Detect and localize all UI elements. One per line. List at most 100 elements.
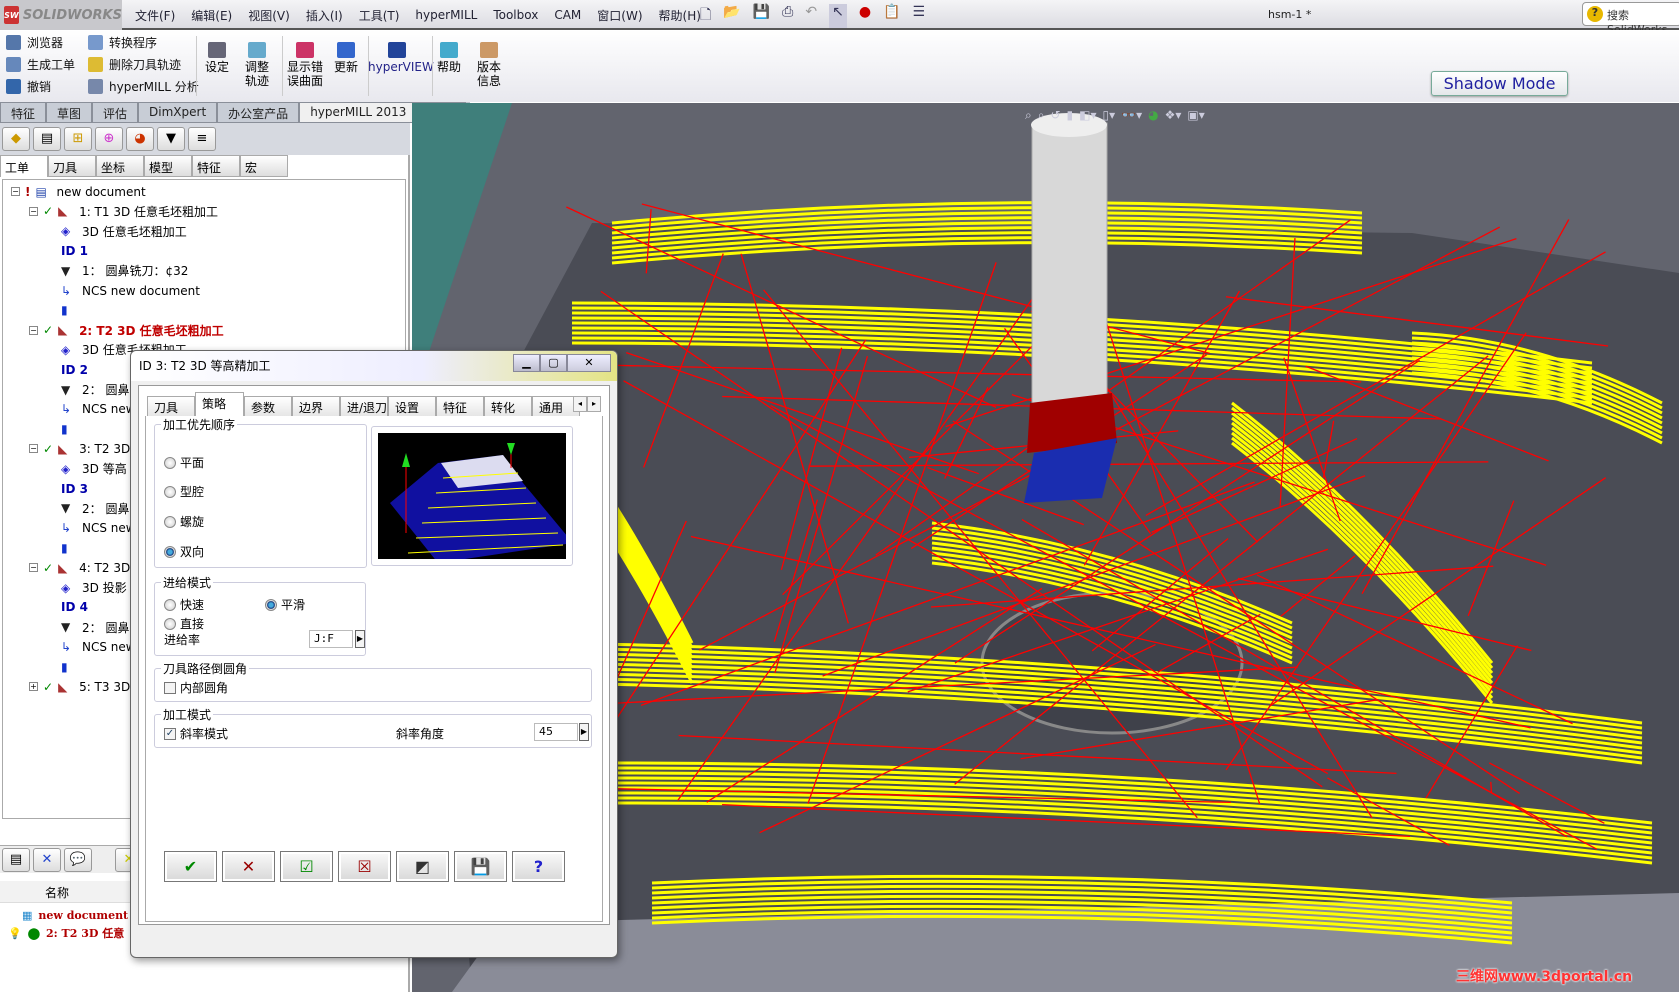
internal-fillet-checkbox[interactable]: 内部圆角 bbox=[164, 679, 228, 696]
delete-toolpath-button[interactable]: 删除刀具轨迹 bbox=[88, 56, 181, 73]
collapse-icon[interactable]: − bbox=[29, 206, 38, 216]
command-tab[interactable]: 特征 bbox=[0, 102, 47, 123]
priority-radio-plane[interactable]: 平面 bbox=[164, 454, 204, 471]
command-tab[interactable]: 办公室产品 bbox=[217, 102, 300, 123]
save-icon[interactable]: 💾 bbox=[753, 4, 770, 28]
solidworks-logo[interactable]: SW SOLIDWORKS bbox=[0, 0, 122, 30]
feed-radio-rapid[interactable]: 快速 bbox=[164, 596, 204, 613]
show-error-surface-button[interactable]: 显示错误曲面 bbox=[284, 42, 326, 88]
search-box[interactable]: ?搜索 SolidWorks bbox=[1582, 2, 1679, 36]
tree-node[interactable]: − ✓ ◣ 1: T1 3D 任意毛坯粗加工 bbox=[29, 202, 218, 221]
feed-radio-direct[interactable]: 直接 bbox=[164, 615, 204, 632]
close-button[interactable]: ✕ bbox=[567, 354, 611, 372]
tree-icon[interactable]: ⊞ bbox=[64, 127, 92, 151]
tree-node[interactable]: ▼ 1： 圆鼻铣刀：¢32 bbox=[61, 261, 188, 280]
options-list-icon[interactable]: ☰ bbox=[912, 4, 925, 28]
list-view-icon[interactable]: ▤ bbox=[2, 848, 30, 872]
browser-tab[interactable]: 刀具 bbox=[48, 155, 96, 177]
expand-icon[interactable]: + bbox=[29, 682, 38, 691]
tree-node[interactable]: ID 4 bbox=[61, 598, 88, 617]
tree-node[interactable]: ▼ 2： 圆鼻 bbox=[61, 499, 129, 518]
menu-item[interactable]: CAM bbox=[554, 8, 581, 22]
priority-radio-spiral[interactable]: 螺旋 bbox=[164, 513, 204, 530]
cancel-button[interactable]: ✕ bbox=[222, 851, 275, 882]
tree-node[interactable]: ▼ 2： 圆鼻 bbox=[61, 380, 129, 399]
undo-button[interactable]: 撤销 bbox=[6, 78, 51, 95]
save-button[interactable]: 💾 bbox=[454, 851, 507, 882]
cancel-calculation-button[interactable]: ☒ bbox=[338, 851, 391, 882]
tree-node[interactable]: ↳ NCS new bbox=[61, 519, 136, 538]
maximize-button[interactable]: ▢ bbox=[540, 354, 567, 372]
tab-scroll-right-button[interactable]: ▸ bbox=[587, 396, 601, 412]
delete-icon[interactable]: ✕ bbox=[33, 848, 61, 872]
hypermill-analysis-button[interactable]: hyperMILL 分析 bbox=[88, 78, 199, 95]
comment-icon[interactable]: 💬 bbox=[64, 848, 92, 872]
create-job-button[interactable]: 生成工单 bbox=[6, 56, 75, 73]
menu-item[interactable]: hyperMILL bbox=[415, 8, 477, 22]
adjust-toolpath-button[interactable]: 调整轨迹 bbox=[236, 42, 278, 88]
dialog-tab[interactable]: 转化 bbox=[484, 396, 532, 416]
target-icon[interactable]: ⊕ bbox=[95, 127, 123, 151]
preview-button[interactable]: ◩ bbox=[396, 851, 449, 882]
dialog-tab[interactable]: 特征 bbox=[436, 396, 484, 416]
menu-item[interactable]: 视图(V) bbox=[248, 7, 290, 24]
collapse-icon[interactable]: − bbox=[29, 563, 38, 573]
tree-node[interactable]: ID 3 bbox=[61, 479, 88, 498]
list-item[interactable]: 💡 ⬤ 2: T2 3D 任意 bbox=[8, 925, 124, 941]
undo-icon[interactable]: ↶ bbox=[805, 4, 817, 28]
tree-node[interactable]: ◈ 3D 投影 bbox=[61, 578, 127, 597]
command-tab[interactable]: 草图 bbox=[46, 102, 93, 123]
scene-icon[interactable]: ❖▾ bbox=[1165, 108, 1182, 123]
tree-node[interactable]: ◈ 3D 任意毛坯粗加工 bbox=[61, 222, 187, 241]
feed-rate-arrow-button[interactable]: ▶ bbox=[355, 630, 365, 648]
zoom-fit-icon[interactable]: ⌕ bbox=[1025, 108, 1032, 123]
ok-and-calculate-button[interactable]: ☑ bbox=[280, 851, 333, 882]
zoom-area-icon[interactable]: ⌕ bbox=[1038, 108, 1045, 123]
collapse-icon[interactable]: − bbox=[29, 444, 38, 454]
minimize-button[interactable]: ▁ bbox=[513, 354, 540, 372]
menu-item[interactable]: 文件(F) bbox=[135, 7, 175, 24]
view-settings-icon[interactable]: ▣▾ bbox=[1187, 108, 1204, 123]
job-icon[interactable]: ▤ bbox=[33, 127, 61, 151]
print-icon[interactable]: ⎙ bbox=[782, 4, 793, 28]
browser-tab[interactable]: 工单 bbox=[0, 155, 48, 177]
tree-node[interactable]: ▼ 2： 圆鼻 bbox=[61, 618, 129, 637]
version-info-button[interactable]: 版本信息 bbox=[468, 42, 510, 88]
browser-tab[interactable]: 模型 bbox=[144, 155, 192, 177]
priority-radio-pocket[interactable]: 型腔 bbox=[164, 483, 204, 500]
tree-node[interactable]: −! ▤ new document bbox=[11, 182, 146, 201]
slope-mode-checkbox[interactable]: ✓ 斜率模式 bbox=[164, 725, 228, 742]
tree-node[interactable]: ↳ NCS new bbox=[61, 637, 136, 656]
tree-node[interactable]: ▮ bbox=[61, 420, 82, 439]
display-style-icon[interactable]: ▯▾ bbox=[1103, 108, 1116, 123]
traffic-light-icon[interactable]: ● bbox=[859, 4, 871, 28]
help-button[interactable]: 帮助 bbox=[428, 42, 470, 74]
menu-item[interactable]: 插入(I) bbox=[306, 7, 343, 24]
tree-node[interactable]: − ✓ ◣ 2: T2 3D 任意毛坯粗加工 bbox=[29, 321, 224, 340]
hyperview-button[interactable]: hyperVIEW bbox=[368, 42, 434, 74]
convert-program-button[interactable]: 转换程序 bbox=[88, 34, 157, 51]
browser-tab[interactable]: 宏 bbox=[240, 155, 288, 177]
menu-item[interactable]: 窗口(W) bbox=[597, 7, 642, 24]
tree-node[interactable]: − ✓ ◣ 4: T2 3D bbox=[29, 558, 130, 577]
tree-node[interactable]: ↳ NCS new bbox=[61, 400, 136, 419]
browser-tab[interactable]: 特征 bbox=[192, 155, 240, 177]
menu-item[interactable]: 工具(T) bbox=[359, 7, 400, 24]
help-button[interactable]: ? bbox=[512, 851, 565, 882]
tree-node[interactable]: ▮ bbox=[61, 657, 82, 676]
dialog-tab[interactable]: 边界 bbox=[292, 396, 340, 416]
dialog-tab[interactable]: 设置 bbox=[388, 396, 436, 416]
part-icon[interactable]: ◆ bbox=[2, 127, 30, 151]
file-properties-icon[interactable]: 📋 bbox=[883, 4, 900, 28]
dialog-title-bar[interactable]: ID 3: T2 3D 等高精加工 ▁ ▢ ✕ bbox=[131, 351, 617, 381]
appearance-icon[interactable]: ◕ bbox=[1148, 108, 1158, 123]
dialog-tab[interactable]: 策略 bbox=[195, 392, 244, 416]
dialog-tab[interactable]: 进/退刀 bbox=[340, 396, 388, 416]
dialog-tab[interactable]: 刀具 bbox=[147, 396, 195, 416]
command-tab[interactable]: hyperMILL 2013 bbox=[299, 102, 418, 123]
list-item[interactable]: ▦ new document bbox=[22, 909, 128, 922]
open-folder-icon[interactable]: 📂 bbox=[723, 4, 740, 28]
collapse-icon[interactable]: − bbox=[29, 325, 38, 335]
new-file-icon[interactable]: 🗋 bbox=[700, 4, 711, 28]
previous-view-icon[interactable]: ↺ bbox=[1050, 108, 1060, 123]
